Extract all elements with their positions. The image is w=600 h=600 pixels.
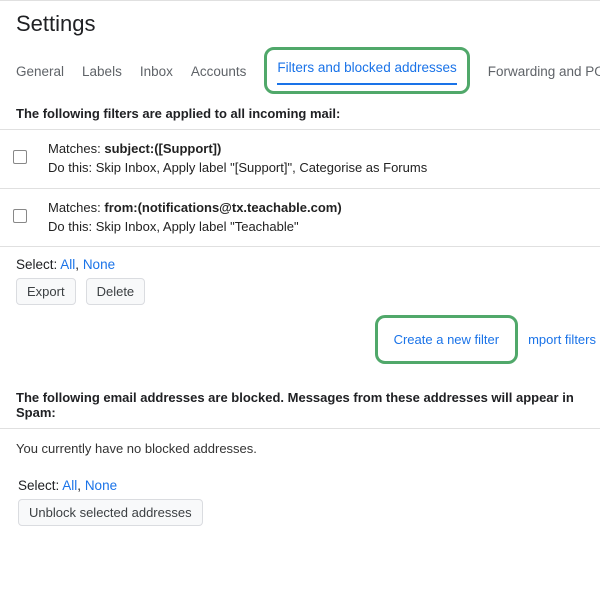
tab-general[interactable]: General [16,60,64,87]
comma: , [77,478,85,493]
matches-label: Matches: [48,141,104,156]
blocked-empty-text: You currently have no blocked addresses. [0,428,600,468]
highlight-create-filter: Create a new filter [375,315,519,364]
create-new-filter-link[interactable]: Create a new filter [394,332,500,347]
page-title: Settings [16,11,584,37]
select-label: Select: [16,257,60,272]
select-label: Select: [18,478,62,493]
tab-forwarding[interactable]: Forwarding and POP/IMAP [488,60,600,87]
delete-button[interactable]: Delete [86,278,146,305]
action-value: Skip Inbox, Apply label "Teachable" [96,219,299,234]
settings-tabs: General Labels Inbox Accounts Filters an… [0,45,600,94]
matches-label: Matches: [48,200,104,215]
tab-labels[interactable]: Labels [82,60,122,87]
select-all-link[interactable]: All [62,478,77,493]
matches-value: subject:([Support]) [104,141,221,156]
filters-table: Matches: subject:([Support]) Do this: Sk… [0,129,600,247]
export-button[interactable]: Export [16,278,76,305]
unblock-button[interactable]: Unblock selected addresses [18,499,203,526]
select-all-link[interactable]: All [60,257,75,272]
filters-select-row: Select: All, None [0,247,600,278]
action-label: Do this: [48,219,96,234]
comma: , [75,257,83,272]
filter-checkbox[interactable] [13,209,27,223]
action-label: Do this: [48,160,96,175]
tab-filters-blocked[interactable]: Filters and blocked addresses [277,56,456,85]
blocked-select-row: Select: All, None [0,468,600,499]
highlight-filters-tab: Filters and blocked addresses [264,47,469,94]
action-value: Skip Inbox, Apply label "[Support]", Cat… [96,160,428,175]
import-filters-link[interactable]: mport filters [528,332,596,347]
matches-value: from:(notifications@tx.teachable.com) [104,200,341,215]
filter-row: Matches: from:(notifications@tx.teachabl… [0,188,600,247]
filters-heading: The following filters are applied to all… [0,94,600,129]
tab-accounts[interactable]: Accounts [191,60,247,87]
filter-row: Matches: subject:([Support]) Do this: Sk… [0,130,600,189]
tab-inbox[interactable]: Inbox [140,60,173,87]
select-none-link[interactable]: None [85,478,117,493]
filter-checkbox[interactable] [13,150,27,164]
blocked-heading: The following email addresses are blocke… [0,378,600,428]
select-none-link[interactable]: None [83,257,115,272]
